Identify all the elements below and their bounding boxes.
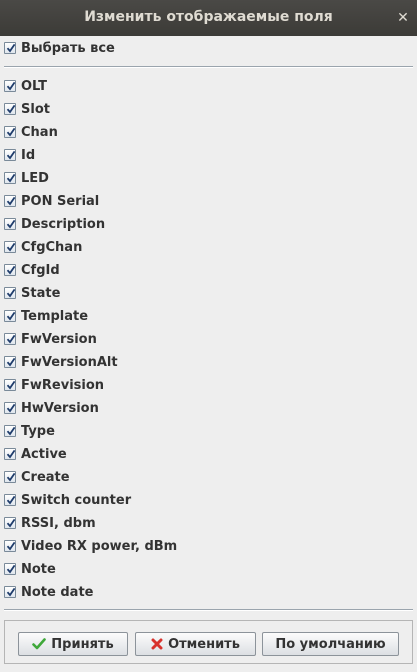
checkbox-icon — [4, 195, 16, 207]
field-label: Template — [21, 308, 89, 324]
checkbox-icon — [4, 402, 16, 414]
checkbox-icon — [4, 287, 16, 299]
window-title: Изменить отображаемые поля — [84, 9, 333, 25]
field-checkbox[interactable]: Note date — [4, 583, 93, 601]
field-label: Note date — [21, 584, 94, 600]
checkbox-icon — [4, 310, 16, 322]
field-label: Slot — [21, 101, 50, 117]
field-label: Active — [21, 446, 67, 462]
checkbox-icon — [4, 448, 16, 460]
checkbox-icon — [4, 425, 16, 437]
field-label: Note — [21, 561, 56, 577]
field-label: Create — [21, 469, 70, 485]
checkbox-icon — [4, 126, 16, 138]
dialog-content: Выбрать все OLT Slot Chan Id LED PON Serial De… — [0, 36, 417, 672]
field-checkbox[interactable]: Video RX power, dBm — [4, 537, 177, 555]
field-checkbox[interactable]: CfgChan — [4, 238, 82, 256]
field-label: FwVersionAlt — [21, 354, 118, 370]
separator-highlight — [4, 610, 413, 611]
checkbox-icon — [4, 586, 16, 598]
field-label: HwVersion — [21, 400, 99, 416]
field-checkbox[interactable]: Description — [4, 215, 105, 233]
window-titlebar: Изменить отображаемые поля ✕ — [0, 0, 417, 37]
field-checkbox[interactable]: CfgId — [4, 261, 60, 279]
select-all-checkbox[interactable]: Выбрать все — [4, 39, 115, 57]
checkbox-icon — [4, 149, 16, 161]
field-label: PON Serial — [21, 193, 100, 209]
checkbox-icon — [4, 494, 16, 506]
field-label: LED — [21, 170, 49, 186]
field-label: CfgId — [21, 262, 60, 278]
close-icon[interactable]: ✕ — [395, 10, 411, 26]
field-checkbox[interactable]: Active — [4, 445, 67, 463]
checkbox-icon — [4, 540, 16, 552]
field-label: OLT — [21, 78, 48, 94]
field-checkbox[interactable]: Create — [4, 468, 70, 486]
checkbox-icon — [4, 471, 16, 483]
field-checkbox[interactable]: FwVersionAlt — [4, 353, 118, 371]
default-button-label: По умолчанию — [275, 636, 386, 652]
checkbox-icon — [4, 379, 16, 391]
field-label: Switch counter — [21, 492, 132, 508]
field-checkbox[interactable]: State — [4, 284, 60, 302]
default-button[interactable]: По умолчанию — [262, 632, 399, 656]
field-label: Id — [21, 147, 36, 163]
field-checkbox[interactable]: Chan — [4, 123, 58, 141]
cancel-button-label: Отменить — [168, 636, 240, 652]
field-checkbox[interactable]: PON Serial — [4, 192, 99, 210]
field-label: Chan — [21, 124, 58, 140]
field-checkbox[interactable]: FwVersion — [4, 330, 97, 348]
accept-button[interactable]: Принять — [18, 632, 128, 656]
field-checkbox[interactable]: Note — [4, 560, 56, 578]
field-checkbox[interactable]: HwVersion — [4, 399, 99, 417]
field-checkbox[interactable]: Slot — [4, 100, 50, 118]
field-checkbox[interactable]: OLT — [4, 77, 47, 95]
checkbox-icon — [4, 517, 16, 529]
field-checkbox[interactable]: Switch counter — [4, 491, 131, 509]
cross-icon — [151, 638, 163, 650]
checkbox-icon — [4, 80, 16, 92]
checkmark-icon — [32, 638, 47, 650]
field-checkbox[interactable]: Type — [4, 422, 55, 440]
field-label: FwRevision — [21, 377, 105, 393]
button-bar: Принять Отменить По умолчанию — [4, 620, 413, 664]
field-label: CfgChan — [21, 239, 83, 255]
checkbox-icon — [4, 563, 16, 575]
field-checkbox[interactable]: LED — [4, 169, 49, 187]
field-label: FwVersion — [21, 331, 97, 347]
cancel-button[interactable]: Отменить — [135, 632, 256, 656]
field-checkbox[interactable]: RSSI, dbm — [4, 514, 96, 532]
field-label: Description — [21, 216, 106, 232]
select-all-label: Выбрать все — [21, 40, 115, 56]
checkbox-icon — [4, 356, 16, 368]
checkbox-icon — [4, 172, 16, 184]
field-checkbox[interactable]: Id — [4, 146, 35, 164]
checkbox-icon — [4, 218, 16, 230]
separator-highlight — [4, 67, 413, 68]
field-label: Type — [21, 423, 55, 439]
checkbox-icon — [4, 42, 16, 54]
field-label: Video RX power, dBm — [21, 538, 178, 554]
checkbox-icon — [4, 103, 16, 115]
checkbox-icon — [4, 264, 16, 276]
checkbox-icon — [4, 333, 16, 345]
accept-button-label: Принять — [51, 636, 114, 652]
field-checkbox[interactable]: Template — [4, 307, 88, 325]
field-checkbox[interactable]: FwRevision — [4, 376, 104, 394]
checkbox-icon — [4, 241, 16, 253]
field-label: RSSI, dbm — [21, 515, 96, 531]
field-label: State — [21, 285, 61, 301]
